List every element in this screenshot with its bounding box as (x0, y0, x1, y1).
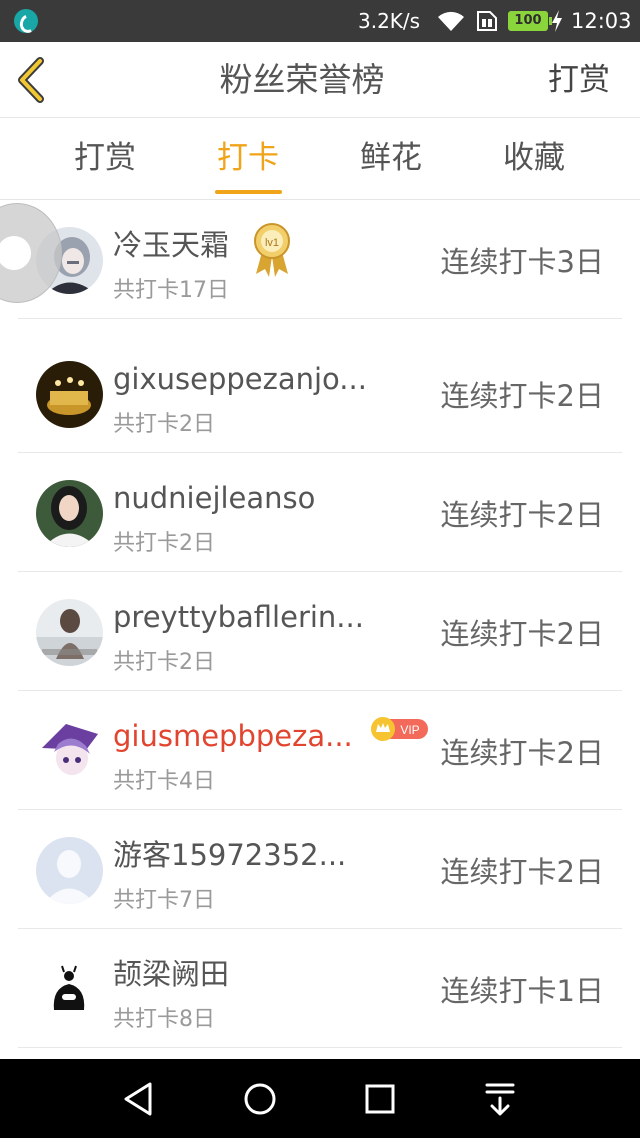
tab-checkin[interactable]: 打卡 (193, 138, 303, 178)
reward-button[interactable]: 打赏 (548, 60, 610, 100)
fan-total-checkins: 共打卡4日 (113, 769, 215, 794)
fan-name: 游客15972352... (113, 838, 347, 872)
avatar (36, 718, 103, 785)
tab-favorites[interactable]: 收藏 (479, 138, 589, 178)
tab-flowers[interactable]: 鲜花 (336, 138, 446, 178)
list-item[interactable]: giusmepbpeza... VIP 共打卡4日 连续打卡2日 (18, 691, 622, 810)
avatar (36, 956, 103, 1023)
clock: 12:03 (571, 9, 632, 33)
fan-name: nudniejleanso (113, 481, 316, 515)
svg-text:lv1: lv1 (265, 237, 279, 249)
list-item[interactable]: 颉梁阙田 共打卡8日 连续打卡1日 (18, 929, 622, 1048)
wifi-icon (438, 11, 464, 31)
active-tab-indicator (215, 190, 282, 194)
fan-streak: 连续打卡2日 (440, 498, 604, 532)
fan-streak: 连续打卡3日 (440, 245, 604, 279)
app-header: 粉丝荣誉榜 打赏 (0, 42, 640, 118)
system-navigation-bar (0, 1059, 640, 1138)
list-item[interactable]: 游客15972352... 共打卡7日 连续打卡2日 (18, 810, 622, 929)
fan-name: preyttybafllerin... (113, 600, 364, 634)
avatar (36, 599, 103, 666)
battery-icon: 100 (508, 11, 552, 31)
list-item[interactable]: nudniejleanso 共打卡2日 连续打卡2日 (18, 453, 622, 572)
home-circle-icon[interactable] (238, 1077, 282, 1121)
fan-total-checkins: 共打卡7日 (113, 888, 215, 913)
list-item[interactable]: gixuseppezanjo... 共打卡2日 连续打卡2日 (18, 334, 622, 453)
fan-total-checkins: 共打卡2日 (113, 531, 215, 556)
status-bar: 3.2K/s 100 12:03 (0, 0, 640, 42)
fan-name: 冷玉天霜 (113, 228, 230, 262)
app-notification-icon (14, 9, 38, 33)
notification-pulldown-icon[interactable] (478, 1077, 522, 1121)
fan-streak: 连续打卡2日 (440, 855, 604, 889)
back-triangle-icon[interactable] (118, 1077, 162, 1121)
fan-name: gixuseppezanjo... (113, 362, 367, 396)
fan-streak: 连续打卡2日 (440, 379, 604, 413)
svg-text:VIP: VIP (400, 723, 419, 737)
page-title: 粉丝荣誉榜 (219, 60, 385, 99)
fan-streak: 连续打卡1日 (440, 974, 604, 1008)
network-speed: 3.2K/s (358, 9, 421, 33)
default-avatar (36, 837, 103, 904)
fan-total-checkins: 共打卡2日 (113, 650, 215, 675)
list-item[interactable]: 冷玉天霜 lv1 共打卡17日 连续打卡3日 (18, 200, 622, 319)
list-item[interactable]: preyttybafllerin... 共打卡2日 连续打卡2日 (18, 572, 622, 691)
fan-name: giusmepbpeza... (113, 719, 353, 753)
avatar (36, 361, 103, 428)
tab-bar: 打赏 打卡 鲜花 收藏 (0, 118, 640, 200)
fan-streak: 连续打卡2日 (440, 736, 604, 770)
avatar (36, 480, 103, 547)
fan-total-checkins: 共打卡2日 (113, 412, 215, 437)
charging-icon (552, 10, 562, 32)
fan-total-checkins: 共打卡8日 (113, 1007, 215, 1032)
tab-reward[interactable]: 打赏 (50, 138, 160, 178)
fan-total-checkins: 共打卡17日 (113, 278, 229, 303)
fan-streak: 连续打卡2日 (440, 617, 604, 651)
sim-icon (477, 11, 497, 31)
recents-square-icon[interactable] (358, 1077, 402, 1121)
fan-name: 颉梁阙田 (113, 957, 230, 991)
level-medal-icon: lv1 (254, 223, 290, 277)
vip-crown-icon: VIP (371, 717, 428, 741)
